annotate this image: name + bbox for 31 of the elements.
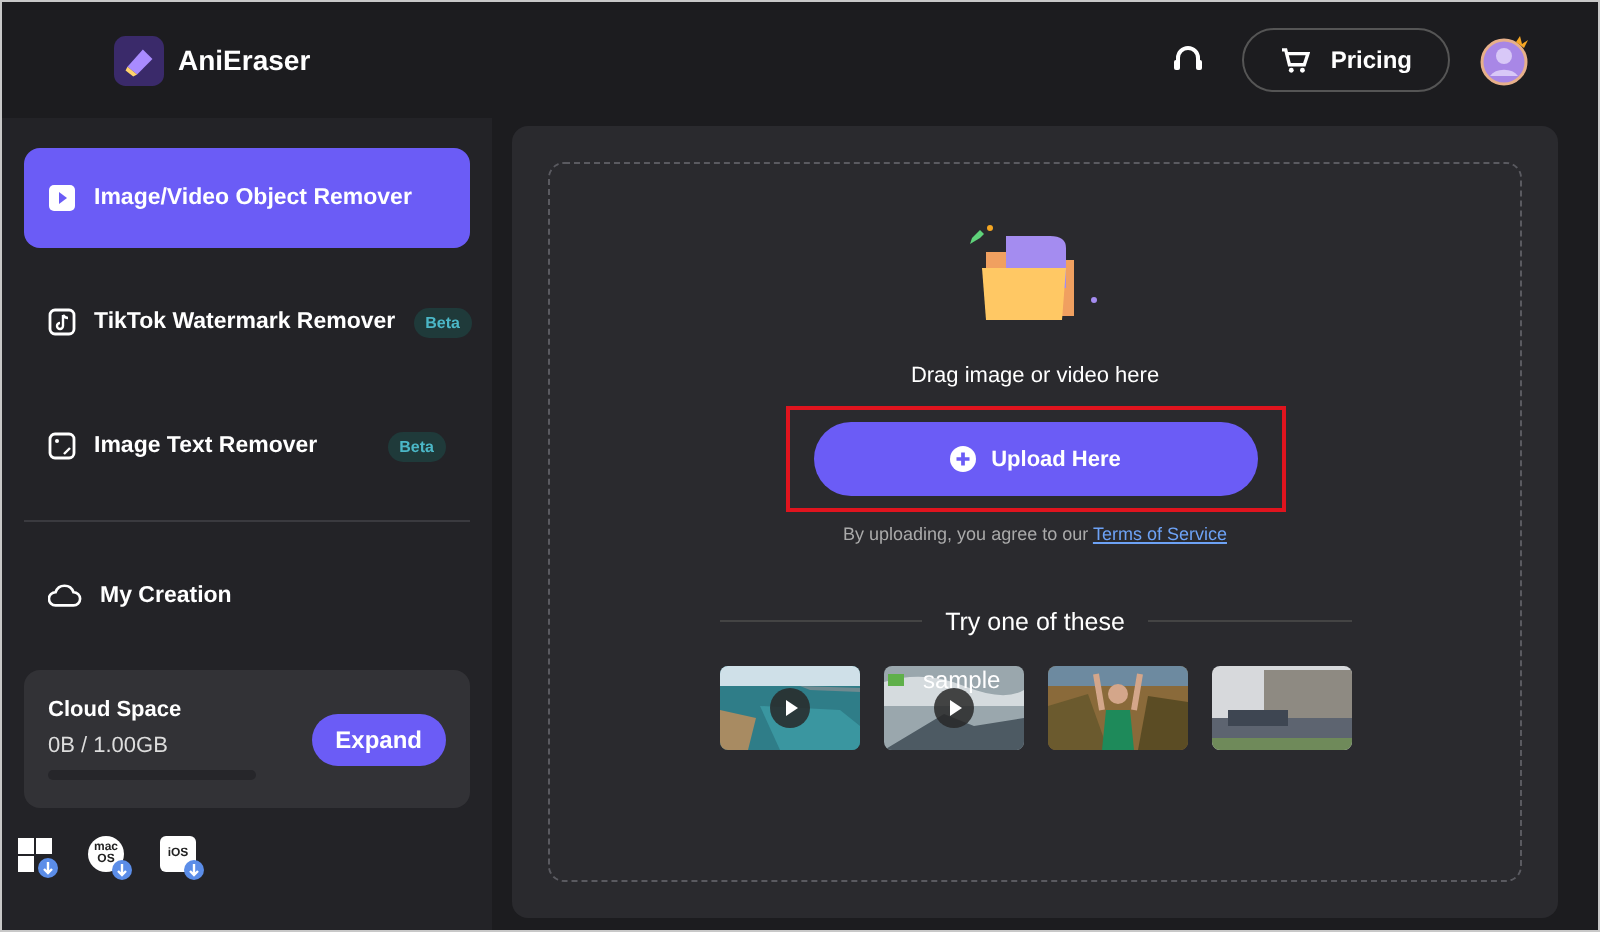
cart-icon (1280, 47, 1311, 73)
image-icon (48, 432, 76, 460)
beta-badge: Beta (413, 307, 472, 337)
windows-download-icon[interactable] (16, 836, 60, 880)
terms-link[interactable]: Terms of Service (1092, 524, 1227, 544)
avatar-icon[interactable] (1478, 34, 1530, 86)
sample-thumbnail[interactable] (719, 666, 859, 750)
sidebar-item[interactable]: Image/Video Object Remover (24, 148, 470, 248)
beta-badge: Beta (387, 431, 446, 461)
alt-text: sample (923, 666, 1001, 694)
expand-button[interactable]: Expand (311, 713, 446, 765)
plus-icon (949, 446, 976, 472)
drag-hint: Drag image or video here (910, 364, 1160, 388)
terms-text: By uploading, you agree to our (843, 524, 1089, 544)
sidebar-item[interactable]: Image Text Remover Beta (24, 396, 470, 496)
app-name: AniEraser (178, 44, 311, 76)
cloud-usage: 0B / 1.00GB (48, 734, 170, 758)
app-logo-icon (114, 35, 164, 85)
samples-title: Try one of these (945, 607, 1125, 635)
sample-thumbnail[interactable] (1047, 666, 1187, 750)
sample-thumbnail[interactable] (1211, 666, 1351, 750)
sidebar-item[interactable]: TikTok Watermark Remover Beta (24, 272, 470, 372)
upload-button[interactable]: Upload Here (813, 422, 1257, 496)
play-icon (48, 184, 76, 212)
pricing-button[interactable]: Pricing (1242, 28, 1450, 92)
music-note-icon (48, 308, 76, 336)
cloud-icon (48, 582, 82, 610)
play-icon (769, 688, 809, 728)
sidebar-item[interactable]: My Creation (24, 546, 470, 646)
drop-zone[interactable]: Drag image or video here Upload Here By uploading, you agree to our Terms of Service Try one of these sample (548, 162, 1522, 882)
cloud-space-title: Cloud Space (48, 698, 184, 722)
